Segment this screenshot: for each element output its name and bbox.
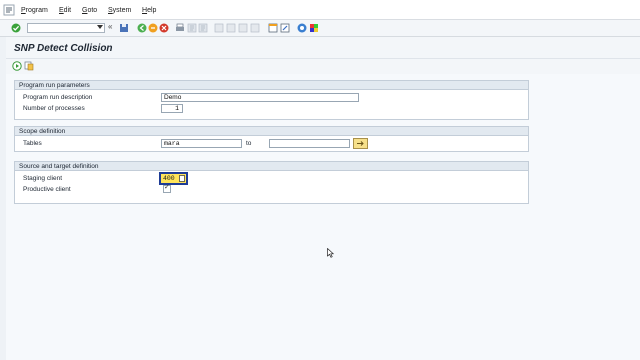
app-menu-icon[interactable] — [3, 4, 15, 16]
menu-bar: Program Edit Goto System Help — [0, 0, 640, 20]
menu-system[interactable]: System — [108, 7, 131, 14]
variant-icon[interactable] — [24, 61, 34, 71]
menu-help[interactable]: Help — [142, 7, 156, 14]
find-next-icon — [198, 23, 208, 33]
checkmark-icon: ✓ — [164, 184, 170, 191]
value-help-icon[interactable] — [179, 175, 185, 182]
multiple-selection-icon[interactable] — [353, 138, 368, 149]
print-icon[interactable] — [175, 23, 185, 33]
application-toolbar — [0, 59, 640, 74]
program-run-group: Program run parameters Program run descr… — [14, 80, 529, 120]
menu-edit[interactable]: Edit — [59, 7, 71, 14]
staging-client-value: 400 — [163, 175, 175, 182]
title-bar: SNP Detect Collision — [0, 37, 640, 59]
customize-layout-icon[interactable] — [309, 23, 319, 33]
find-icon — [187, 23, 197, 33]
cancel-icon[interactable] — [159, 23, 169, 33]
tables-to-input[interactable] — [269, 139, 350, 148]
last-page-icon — [250, 23, 260, 33]
source-target-group: Source and target definition Staging cli… — [14, 161, 529, 204]
mouse-cursor-icon — [327, 248, 334, 258]
menu-goto[interactable]: Goto — [82, 7, 97, 14]
next-page-icon — [238, 23, 248, 33]
enter-icon[interactable] — [11, 23, 21, 33]
first-page-icon — [214, 23, 224, 33]
chevron-down-icon[interactable] — [97, 25, 103, 29]
staging-client-label: Staging client — [23, 175, 63, 182]
page-title: SNP Detect Collision — [14, 43, 113, 54]
processes-label: Number of processes — [23, 105, 85, 112]
description-input[interactable]: Demo — [161, 93, 359, 102]
group-header: Scope definition — [15, 127, 528, 136]
exit-icon[interactable] — [148, 23, 158, 33]
productive-client-label: Productive client — [23, 186, 71, 193]
previous-page-icon — [226, 23, 236, 33]
execute-icon[interactable] — [12, 61, 22, 71]
back-icon[interactable] — [137, 23, 147, 33]
group-header: Source and target definition — [15, 162, 528, 171]
help-icon[interactable] — [297, 23, 307, 33]
command-field[interactable] — [27, 23, 105, 33]
tables-from-input[interactable]: mara — [161, 139, 242, 148]
scope-group: Scope definition Tables mara to — [14, 126, 529, 152]
collapse-command-icon[interactable]: « — [108, 22, 112, 31]
standard-toolbar: « — [0, 20, 640, 37]
description-label: Program run description — [23, 94, 93, 101]
menu-program[interactable]: Program — [21, 7, 48, 14]
group-header: Program run parameters — [15, 81, 528, 90]
shortcut-icon[interactable] — [280, 23, 290, 33]
processes-input[interactable]: 1 — [161, 104, 183, 113]
selection-screen: Program run parameters Program run descr… — [6, 74, 640, 360]
to-label: to — [246, 140, 252, 147]
tables-label: Tables — [23, 140, 42, 147]
new-session-icon[interactable] — [268, 23, 278, 33]
save-icon[interactable] — [119, 23, 129, 33]
productive-client-checkbox[interactable]: ✓ — [163, 184, 171, 193]
